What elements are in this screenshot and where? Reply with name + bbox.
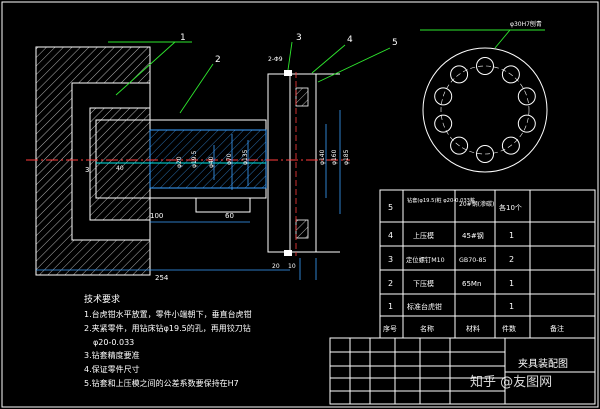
dim-100: 100 bbox=[150, 212, 163, 220]
bom-row3-name: 定位螺钉M10 bbox=[406, 255, 445, 264]
drill-hole bbox=[517, 87, 536, 106]
requirement-4: 4.保证零件尺寸 bbox=[84, 364, 140, 374]
requirement-3: 3.钻套精度要准 bbox=[84, 350, 140, 360]
dim-3: 3 bbox=[85, 166, 89, 174]
balloon-2: 2 bbox=[215, 55, 221, 65]
bom-row1-name: 标准台虎钳 bbox=[407, 302, 442, 311]
bom-row3-no: 3 bbox=[388, 255, 393, 264]
dim-phi40: φ40 bbox=[208, 156, 215, 168]
bom-row4-material: 45#钢 bbox=[462, 231, 484, 240]
bom-row4-qty: 1 bbox=[509, 231, 514, 240]
requirement-2b: φ20-0.033 bbox=[93, 338, 134, 347]
top-view: φ30H7刨青 bbox=[422, 20, 548, 173]
balloon-3: 3 bbox=[296, 33, 302, 43]
bom-row4-name: 上压模 bbox=[413, 231, 434, 240]
bom-header-qty: 件数 bbox=[502, 324, 516, 333]
dim-20: 20 bbox=[272, 263, 280, 270]
drawing-title: 夹具装配图 bbox=[518, 357, 568, 370]
bom-row5-qty: 各10个 bbox=[499, 203, 522, 212]
title-block bbox=[329, 337, 596, 405]
bom-row1-no: 1 bbox=[388, 302, 393, 311]
bom-text: 5 钻套(φ19.5)粧 φ20-0.033粧 20#钢(渗碳) 各10个 4 … bbox=[383, 196, 564, 333]
bill-of-materials bbox=[379, 189, 596, 339]
bom-header-name: 名称 bbox=[420, 324, 434, 333]
dim-phi185: φ185 bbox=[343, 149, 350, 165]
hole-callout: φ30H7刨青 bbox=[510, 20, 542, 28]
dim-phi135: φ135 bbox=[242, 149, 249, 165]
upper-die bbox=[267, 70, 340, 256]
bom-header-remark: 备注 bbox=[550, 324, 564, 333]
dim-phi140: φ140 bbox=[319, 149, 326, 165]
dim-10: 10 bbox=[288, 263, 296, 270]
bom-row5-no: 5 bbox=[388, 203, 393, 212]
leader-lines bbox=[108, 29, 545, 114]
watermark: 知乎 @友图网 bbox=[470, 374, 552, 390]
bom-row2-qty: 1 bbox=[509, 279, 514, 288]
balloon-5: 5 bbox=[392, 38, 398, 48]
bom-header-material: 材料 bbox=[466, 324, 480, 333]
requirement-2: 2.夹紧零件，用钻床钻φ19.5的孔，再用铰刀钻 bbox=[84, 323, 251, 333]
bom-row3-qty: 2 bbox=[509, 255, 514, 264]
dim-40: 40 bbox=[116, 165, 124, 172]
dim-254: 254 bbox=[155, 274, 169, 282]
dim-phi20: φ20 bbox=[176, 156, 183, 168]
bom-row2-no: 2 bbox=[388, 279, 393, 288]
drill-hole bbox=[476, 145, 494, 163]
drill-hole bbox=[434, 87, 453, 106]
assembly-drawing: 1 2 3 4 5 254 100 60 3 40 10 20 φ185 φ16… bbox=[1, 1, 599, 408]
bom-row2-material: 65Mn bbox=[462, 280, 481, 288]
callout-2-phi9: 2-Φ9 bbox=[268, 56, 283, 63]
requirements-title: 技术要求 bbox=[84, 293, 120, 305]
bom-row2-name: 下压模 bbox=[413, 279, 434, 288]
dim-phi70: φ70 bbox=[226, 153, 233, 165]
bom-row5-material: 20#钢(渗碳) bbox=[459, 200, 494, 208]
requirement-5: 5.钻套和上压模之间的公差系数要保持在H7 bbox=[84, 378, 239, 388]
technical-requirements: 技术要求 1.台虎钳水平放置，零件小端朝下，垂直台虎钳 2.夹紧零件，用钻床钻φ… bbox=[84, 293, 252, 388]
bom-header-no: 序号 bbox=[383, 324, 397, 333]
bom-row3-material: GB70-85 bbox=[459, 257, 487, 264]
bom-row4-no: 4 bbox=[388, 231, 393, 240]
balloon-4: 4 bbox=[347, 35, 353, 45]
vise-body bbox=[35, 46, 151, 276]
requirement-1: 1.台虎钳水平放置，零件小端朝下，垂直台虎钳 bbox=[84, 309, 252, 319]
balloon-1: 1 bbox=[180, 33, 186, 43]
drill-hole bbox=[476, 57, 494, 75]
dim-phi19-5: φ19.5 bbox=[191, 151, 198, 169]
drill-hole bbox=[517, 114, 536, 133]
dim-phi160: φ160 bbox=[331, 149, 338, 165]
bom-row1-qty: 1 bbox=[509, 302, 514, 311]
dim-60: 60 bbox=[225, 212, 234, 220]
